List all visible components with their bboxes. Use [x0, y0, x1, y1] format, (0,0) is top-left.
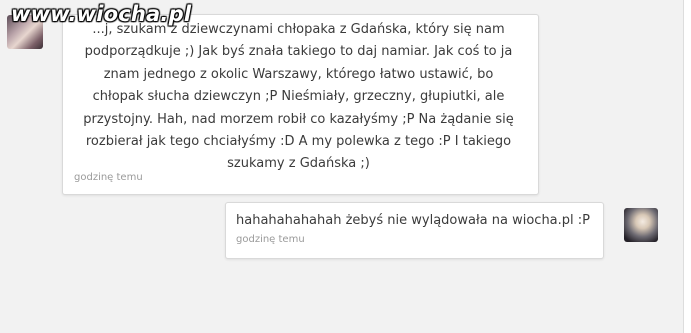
- message-line: przystojny. Hah, nad morzem robił co kaz…: [83, 111, 514, 127]
- message-timestamp: godzinę temu: [236, 234, 305, 246]
- avatar[interactable]: [624, 208, 658, 242]
- site-watermark: www.wiocha.pl: [11, 2, 192, 26]
- message-text: ...j, szukam z dziewczynami chłopaka z G…: [73, 19, 528, 176]
- message-line: rozbierał jak tego chciałyśmy :D A my po…: [85, 134, 512, 150]
- message-line: chłopak słucha dziewczyn ;P Nieśmiały, g…: [92, 89, 505, 105]
- message-bubble-incoming: ...j, szukam z dziewczynami chłopaka z G…: [62, 14, 539, 195]
- message-text: hahahahahahah żebyś nie wylądowała na wi…: [236, 213, 590, 228]
- message-timestamp: godzinę temu: [74, 172, 143, 183]
- message-line: znam jednego z okolic Warszawy, którego …: [103, 66, 494, 82]
- message-bubble-outgoing: hahahahahahah żebyś nie wylądowała na wi…: [225, 202, 604, 259]
- right-edge-panel: [683, 0, 691, 333]
- message-line: podporządkuje ;) Jak byś znała takiego t…: [84, 44, 513, 60]
